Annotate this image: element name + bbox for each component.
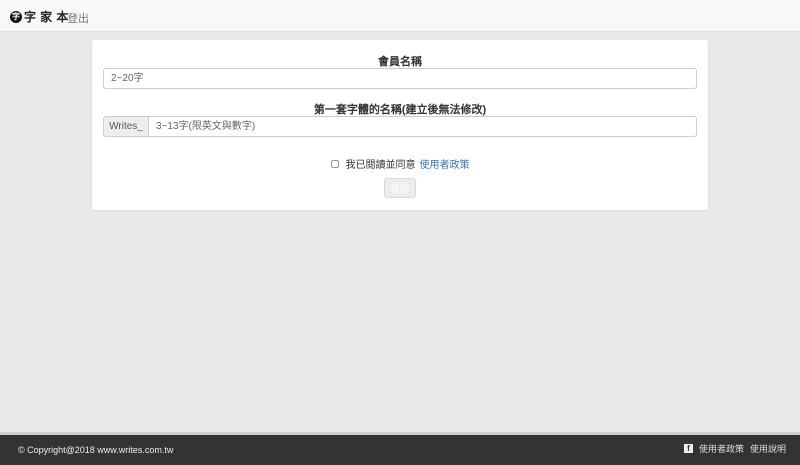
font-name-input[interactable] (148, 116, 697, 137)
logout-link[interactable]: 登出 (67, 10, 89, 26)
facebook-icon[interactable]: f (683, 444, 693, 453)
copyright-text: © Copyright@2018 www.writes.com.tw (18, 445, 174, 455)
confirm-button[interactable]: 確認 (384, 178, 416, 198)
user-policy-link[interactable]: 使用者政策 (420, 156, 470, 171)
top-navbar: 字 字 家 本 登出 (0, 0, 800, 32)
registration-card: 會員名稱 第一套字體的名稱(建立後無法修改) Writes_ 我已閱讀並同意使用… (92, 40, 708, 210)
member-name-label: 會員名稱 (378, 56, 422, 68)
font-name-label: 第一套字體的名稱(建立後無法修改) (313, 104, 487, 116)
font-name-prefix: Writes_ (103, 116, 148, 137)
agree-checkbox[interactable] (330, 159, 339, 168)
agree-text: 我已閱讀並同意 (345, 160, 416, 171)
agree-row: 我已閱讀並同意 使用者政策 (92, 156, 708, 171)
footer-links: f 使用者政策 使用說明 (683, 442, 786, 455)
footer-terms-link[interactable]: 使用者政策 (699, 442, 744, 455)
site-logo[interactable]: 字 字 家 本 (10, 8, 68, 25)
logo-icon: 字 (10, 10, 22, 23)
logo-text: 字 家 本 (24, 10, 69, 24)
footer-help-link[interactable]: 使用說明 (750, 442, 786, 455)
member-name-input[interactable] (103, 68, 697, 89)
font-name-input-group: Writes_ (103, 116, 697, 137)
footer: © Copyright@2018 www.writes.com.tw f 使用者… (0, 432, 800, 465)
